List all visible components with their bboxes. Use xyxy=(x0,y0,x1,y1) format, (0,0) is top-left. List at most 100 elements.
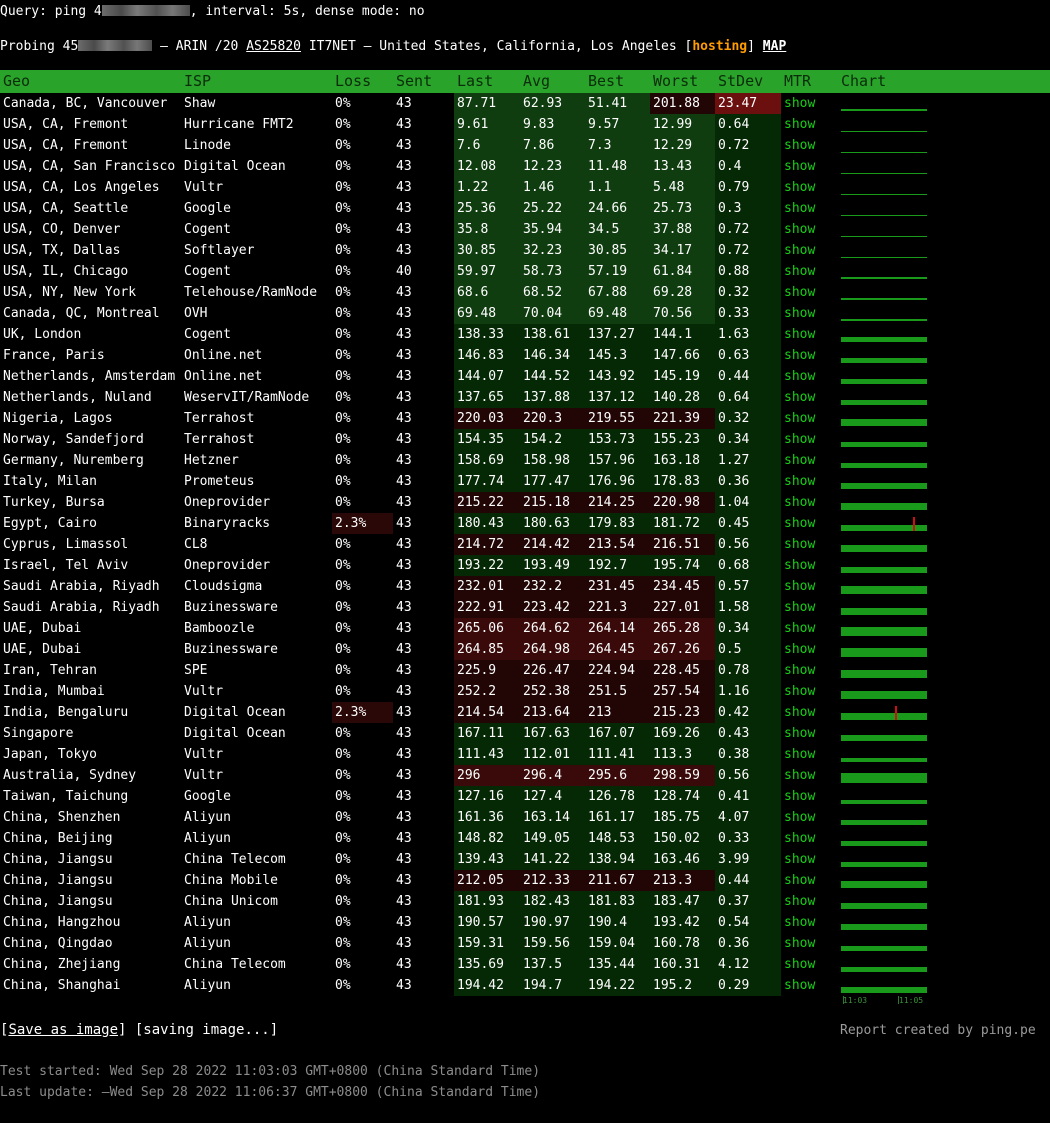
mtr-show-link[interactable]: show xyxy=(784,957,815,972)
mtr-show-link[interactable]: show xyxy=(784,726,815,741)
col-last[interactable]: Last xyxy=(454,70,520,93)
col-loss[interactable]: Loss xyxy=(332,70,393,93)
col-geo[interactable]: Geo xyxy=(0,70,181,93)
mtr-show-link[interactable]: show xyxy=(784,201,815,216)
map-link[interactable]: MAP xyxy=(763,39,786,54)
mtr-show-link[interactable]: show xyxy=(784,285,815,300)
mtr-show-link[interactable]: show xyxy=(784,138,815,153)
mtr-show-link[interactable]: show xyxy=(784,684,815,699)
mtr-show-link[interactable]: show xyxy=(784,789,815,804)
cell-mtr: show xyxy=(781,408,838,429)
cell-chart xyxy=(838,492,1050,513)
cell-worst: 234.45 xyxy=(650,576,715,597)
cell-geo: USA, CA, Seattle xyxy=(3,201,129,216)
mtr-show-link[interactable]: show xyxy=(784,663,815,678)
mtr-show-link[interactable]: show xyxy=(784,705,815,720)
cell-geo: China, Shanghai xyxy=(3,978,121,993)
mtr-show-link[interactable]: show xyxy=(784,117,815,132)
latency-sparkline xyxy=(841,418,927,426)
sparkline-fill xyxy=(841,502,927,510)
cell-chart xyxy=(838,660,1050,681)
mtr-show-link[interactable]: show xyxy=(784,264,815,279)
mtr-show-link[interactable]: show xyxy=(784,516,815,531)
mtr-show-link[interactable]: show xyxy=(784,915,815,930)
cell-worst: 181.72 xyxy=(650,513,715,534)
col-avg[interactable]: Avg xyxy=(520,70,585,93)
col-isp[interactable]: ISP xyxy=(181,70,332,93)
mtr-show-link[interactable]: show xyxy=(784,642,815,657)
mtr-show-link[interactable]: show xyxy=(784,537,815,552)
cell-worst: 257.54 xyxy=(650,681,715,702)
cell-stdev: 0.33 xyxy=(715,828,781,849)
mtr-show-link[interactable]: show xyxy=(784,411,815,426)
cell-sent: 43 xyxy=(396,117,412,132)
mtr-show-link[interactable]: show xyxy=(784,432,815,447)
mtr-show-link[interactable]: show xyxy=(784,327,815,342)
col-best[interactable]: Best xyxy=(585,70,650,93)
cell-sent: 43 xyxy=(396,180,412,195)
cell-last: 68.6 xyxy=(454,282,520,303)
cell-geo: France, Paris xyxy=(3,348,105,363)
cell-worst: 25.73 xyxy=(650,198,715,219)
mtr-show-link[interactable]: show xyxy=(784,873,815,888)
mtr-show-link[interactable]: show xyxy=(784,348,815,363)
cell-sent: 43 xyxy=(396,306,412,321)
cell-best: 181.83 xyxy=(585,891,650,912)
cell-sent: 43 xyxy=(396,432,412,447)
mtr-show-link[interactable]: show xyxy=(784,936,815,951)
cell-chart xyxy=(838,744,1050,765)
mtr-show-link[interactable]: show xyxy=(784,810,815,825)
cell-best: 111.41 xyxy=(585,744,650,765)
cell-avg: 223.42 xyxy=(520,597,585,618)
mtr-show-link[interactable]: show xyxy=(784,852,815,867)
latency-sparkline xyxy=(841,482,927,489)
cell-avg: 35.94 xyxy=(520,219,585,240)
mtr-show-link[interactable]: show xyxy=(784,306,815,321)
cell-chart xyxy=(838,282,1050,303)
cell-avg: 180.63 xyxy=(520,513,585,534)
mtr-show-link[interactable]: show xyxy=(784,180,815,195)
cell-sent: 43 xyxy=(396,810,412,825)
cell-worst: 213.3 xyxy=(650,870,715,891)
mtr-show-link[interactable]: show xyxy=(784,600,815,615)
mtr-show-link[interactable]: show xyxy=(784,96,815,111)
asn-link[interactable]: AS25820 xyxy=(246,39,301,54)
mtr-show-link[interactable]: show xyxy=(784,621,815,636)
mtr-show-link[interactable]: show xyxy=(784,495,815,510)
mtr-show-link[interactable]: show xyxy=(784,474,815,489)
col-stdev[interactable]: StDev xyxy=(715,70,781,93)
cell-loss: 2.3% xyxy=(332,513,393,534)
mtr-show-link[interactable]: show xyxy=(784,453,815,468)
mtr-show-link[interactable]: show xyxy=(784,222,815,237)
hosting-badge[interactable]: hosting xyxy=(692,39,747,54)
mtr-show-link[interactable]: show xyxy=(784,768,815,783)
col-mtr[interactable]: MTR xyxy=(781,70,838,93)
cell-geo: UK, London xyxy=(3,327,82,342)
cell-best: 161.17 xyxy=(585,807,650,828)
cell-mtr: show xyxy=(781,114,838,135)
mtr-show-link[interactable]: show xyxy=(784,894,815,909)
cell-chart xyxy=(838,954,1050,975)
cell-geo: Norway, Sandefjord xyxy=(3,432,144,447)
mtr-show-link[interactable]: show xyxy=(784,747,815,762)
mtr-show-link[interactable]: show xyxy=(784,369,815,384)
cell-last: 193.22 xyxy=(454,555,520,576)
col-sent[interactable]: Sent xyxy=(393,70,454,93)
mtr-show-link[interactable]: show xyxy=(784,390,815,405)
mtr-show-link[interactable]: show xyxy=(784,579,815,594)
cell-mtr: show xyxy=(781,219,838,240)
cell-sent: 43 xyxy=(396,579,412,594)
mtr-show-link[interactable]: show xyxy=(784,558,815,573)
save-as-image-link[interactable]: Save as image xyxy=(8,1022,118,1038)
mtr-show-link[interactable]: show xyxy=(784,831,815,846)
col-worst[interactable]: Worst xyxy=(650,70,715,93)
cell-chart xyxy=(838,576,1050,597)
mtr-show-link[interactable]: show xyxy=(784,159,815,174)
mtr-show-link[interactable]: show xyxy=(784,978,815,993)
cell-worst: 183.47 xyxy=(650,891,715,912)
cell-worst: 163.46 xyxy=(650,849,715,870)
mtr-show-link[interactable]: show xyxy=(784,243,815,258)
latency-sparkline xyxy=(841,647,927,657)
table-row: Singapore Digital Ocean 0% 43 167.11 167.63 16… xyxy=(0,723,1050,744)
cell-stdev: 3.99 xyxy=(715,849,781,870)
